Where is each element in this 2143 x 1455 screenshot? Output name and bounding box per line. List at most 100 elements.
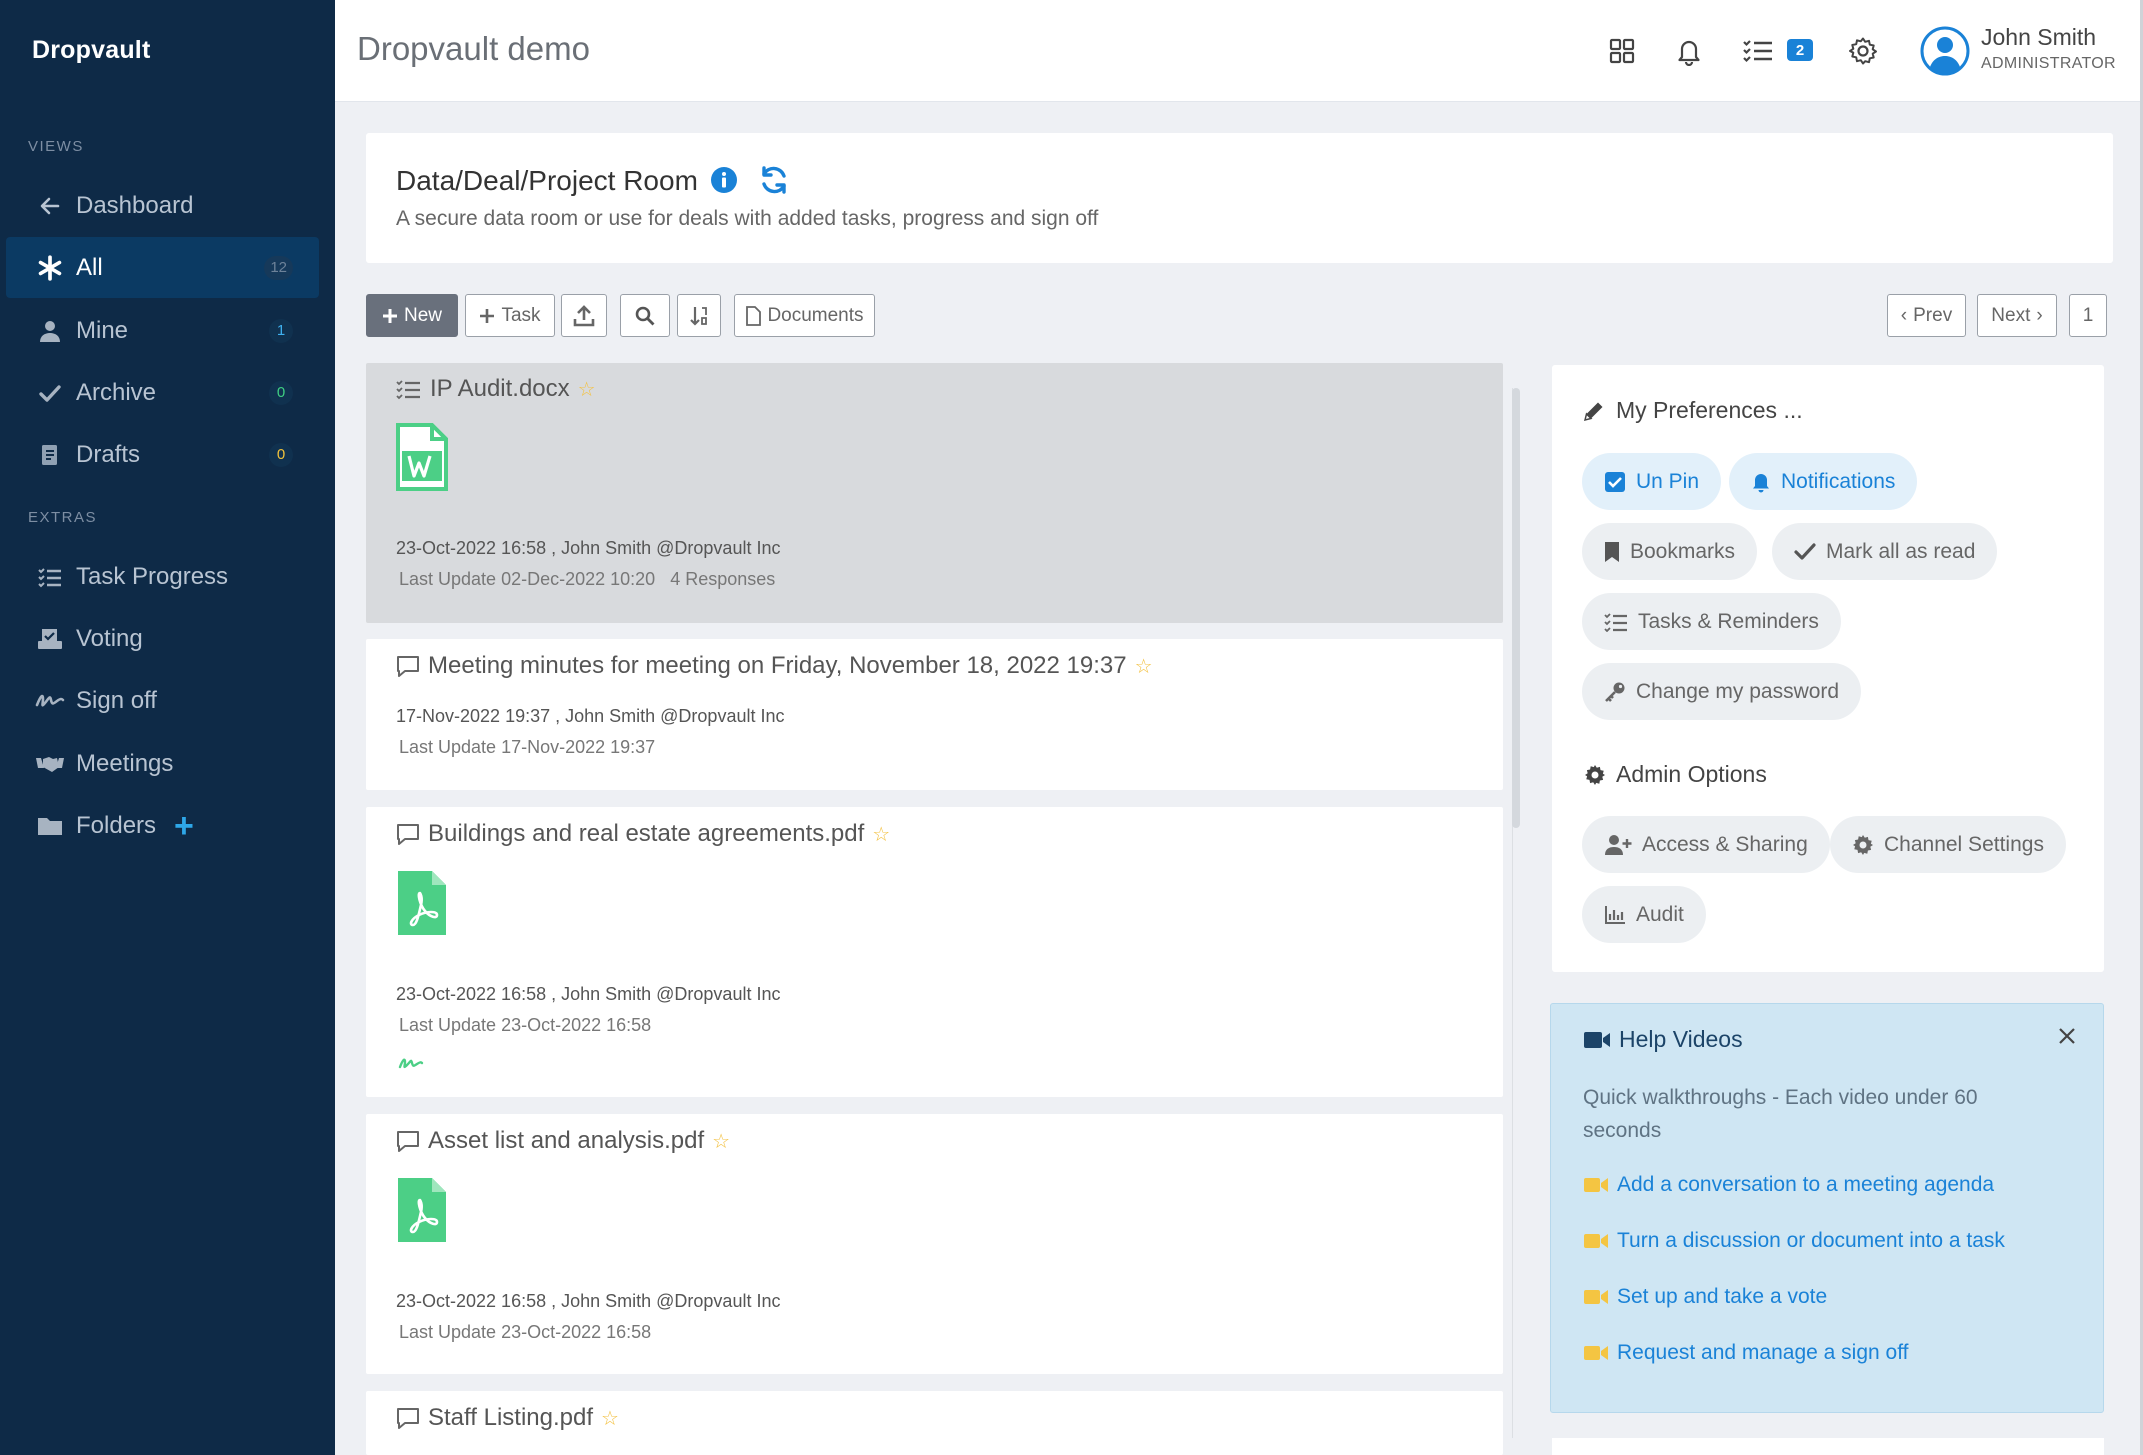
sidebar-item-label: Voting <box>76 624 143 652</box>
refresh-icon[interactable] <box>758 164 790 196</box>
signature-icon <box>34 685 66 717</box>
help-video-link[interactable]: Set up and take a vote <box>1583 1285 1827 1309</box>
star-icon[interactable]: ☆ <box>601 1406 619 1431</box>
help-video-link[interactable]: Add a conversation to a meeting agenda <box>1583 1173 1994 1197</box>
gear-icon[interactable] <box>1844 32 1882 70</box>
video-camera-icon <box>1584 1290 1608 1304</box>
bookmarks-label: Bookmarks <box>1630 539 1736 563</box>
mark-all-read-button[interactable]: Mark all as read <box>1772 523 1998 580</box>
audit-button[interactable]: Audit <box>1582 886 1706 943</box>
sidebar-item-dashboard[interactable]: Dashboard <box>6 175 319 236</box>
sidebar-item-voting[interactable]: Voting <box>6 608 319 669</box>
notifications-label: Notifications <box>1781 469 1896 493</box>
tasks-reminders-button[interactable]: Tasks & Reminders <box>1582 593 1841 650</box>
channel-settings-label: Channel Settings <box>1884 832 2044 856</box>
page-number-button[interactable]: 1 <box>2069 294 2107 337</box>
help-description: Quick walkthroughs - Each video under 60… <box>1583 1086 1978 1142</box>
chevron-right-icon: › <box>2036 304 2043 326</box>
doc-meta: 23-Oct-2022 16:58 , John Smith @Dropvaul… <box>396 984 781 1004</box>
check-icon <box>34 377 66 409</box>
doc-updated: Last Update 23-Oct-2022 16:58 <box>399 1015 652 1035</box>
gear-icon <box>1585 764 1605 785</box>
sidebar-item-label: Archive <box>76 378 157 406</box>
task-list-icon[interactable] <box>1739 32 1777 70</box>
unpin-button[interactable]: Un Pin <box>1582 453 1722 510</box>
help-video-link[interactable]: Request and manage a sign off <box>1583 1341 1909 1365</box>
bell-icon[interactable] <box>1670 32 1708 70</box>
close-icon[interactable] <box>2057 1026 2077 1046</box>
sidebar-item-meetings[interactable]: Meetings <box>6 733 319 794</box>
channel-settings-button[interactable]: Channel Settings <box>1830 816 2066 873</box>
sidebar-item-task-progress[interactable]: Task Progress <box>6 546 319 607</box>
upload-button[interactable] <box>561 294 607 337</box>
sidebar-item-label: Sign off <box>76 686 157 714</box>
list-item[interactable]: Asset list and analysis.pdf ☆ 23-Oct-202… <box>366 1114 1503 1374</box>
comment-icon <box>397 1131 419 1152</box>
sidebar-item-drafts[interactable]: Drafts 0 <box>6 424 319 485</box>
bookmarks-button[interactable]: Bookmarks <box>1582 523 1758 580</box>
change-password-button[interactable]: Change my password <box>1582 663 1862 720</box>
add-folder-button[interactable]: + <box>174 809 194 843</box>
task-list-icon <box>396 380 420 400</box>
prev-button[interactable]: ‹ Prev <box>1887 294 1966 337</box>
word-file-icon[interactable] <box>396 423 448 491</box>
star-icon[interactable]: ☆ <box>1135 654 1153 679</box>
doc-title[interactable]: Asset list and analysis.pdf ☆ <box>396 1127 730 1155</box>
admin-options-title: Admin Options <box>1616 761 1767 787</box>
search-button[interactable] <box>620 294 670 337</box>
task-button-label: Task <box>501 304 541 326</box>
list-item[interactable]: Buildings and real estate agreements.pdf… <box>366 807 1503 1097</box>
pdf-file-icon[interactable] <box>396 869 448 937</box>
sidebar-item-archive[interactable]: Archive 0 <box>6 362 319 423</box>
access-sharing-button[interactable]: Access & Sharing <box>1582 816 1830 873</box>
doc-title-text: IP Audit.docx <box>430 375 570 402</box>
documents-button[interactable]: Documents <box>734 294 875 337</box>
list-item[interactable]: Staff Listing.pdf ☆ <box>366 1391 1503 1455</box>
star-icon[interactable]: ☆ <box>578 377 596 402</box>
pdf-file-icon[interactable] <box>396 1176 448 1244</box>
sidebar: Dropvault VIEWS Dashboard All 12 Mine 1 … <box>0 0 335 1455</box>
room-subtitle: A secure data room or use for deals with… <box>396 207 1099 230</box>
doc-title[interactable]: IP Audit.docx ☆ <box>396 375 596 403</box>
admin-options-heading: Admin Options <box>1584 761 1767 788</box>
avatar[interactable] <box>1920 26 1970 76</box>
info-icon[interactable] <box>710 166 738 194</box>
chevron-left-icon: ‹ <box>1900 304 1908 326</box>
sidebar-item-folders[interactable]: Folders + <box>6 795 319 856</box>
page-title: Dropvault demo <box>357 30 590 67</box>
sidebar-item-mine[interactable]: Mine 1 <box>6 300 319 361</box>
star-icon[interactable]: ☆ <box>712 1129 730 1154</box>
top-bar: Dropvault demo 2 John Smith ADMINISTRATO… <box>335 0 2143 102</box>
sort-button[interactable] <box>677 294 721 337</box>
list-item[interactable]: Meeting minutes for meeting on Friday, N… <box>366 639 1503 790</box>
doc-title-text: Buildings and real estate agreements.pdf <box>428 820 865 847</box>
list-scrollbar[interactable] <box>1512 388 1520 828</box>
notifications-button[interactable]: Notifications <box>1729 453 1918 510</box>
list-item[interactable]: IP Audit.docx ☆ 23-Oct-2022 16:58 , John… <box>366 363 1503 623</box>
unpin-label: Un Pin <box>1636 469 1700 493</box>
video-camera-icon <box>1584 1234 1608 1248</box>
response-count[interactable]: 4 Responses <box>670 569 775 589</box>
brand-logo[interactable]: Dropvault <box>32 36 150 65</box>
doc-title[interactable]: Staff Listing.pdf ☆ <box>396 1404 619 1432</box>
doc-meta: 23-Oct-2022 16:58 , John Smith @Dropvaul… <box>396 538 781 558</box>
sidebar-item-label: Drafts <box>76 440 141 468</box>
grid-icon[interactable] <box>1603 32 1641 70</box>
sidebar-item-label: Folders <box>76 811 157 839</box>
next-button[interactable]: Next › <box>1977 294 2057 337</box>
task-list-icon <box>1604 612 1627 632</box>
add-task-button[interactable]: Task <box>465 294 555 337</box>
next-button-label: Next <box>1991 304 2031 326</box>
comment-icon <box>397 656 419 677</box>
help-link-text: Set up and take a vote <box>1617 1285 1828 1308</box>
star-icon[interactable]: ☆ <box>872 822 890 847</box>
doc-title[interactable]: Meeting minutes for meeting on Friday, N… <box>396 652 1153 680</box>
sidebar-item-sign-off[interactable]: Sign off <box>6 670 319 731</box>
new-button[interactable]: New <box>366 294 458 337</box>
new-button-label: New <box>403 304 442 326</box>
doc-title[interactable]: Buildings and real estate agreements.pdf… <box>396 820 890 848</box>
signature-icon <box>398 1055 424 1073</box>
user-name[interactable]: John Smith <box>1981 24 2096 51</box>
help-video-link[interactable]: Turn a discussion or document into a tas… <box>1583 1229 2005 1253</box>
sidebar-item-all[interactable]: All 12 <box>6 237 319 298</box>
